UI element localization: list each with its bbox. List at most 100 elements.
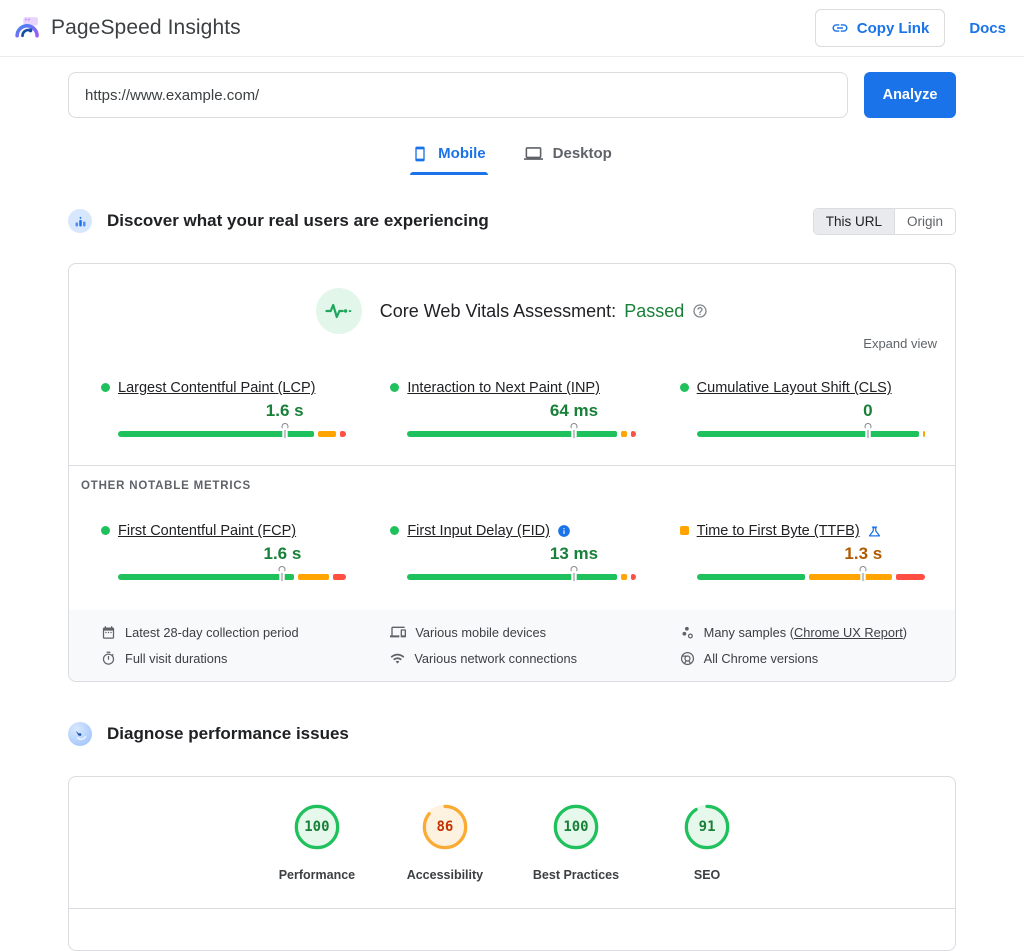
p75-marker-stem — [867, 430, 869, 439]
collection-detail-text: Many samples (Chrome UX Report) — [704, 625, 907, 640]
poor-segment — [339, 431, 347, 438]
collection-detail-chrome: All Chrome versions — [680, 651, 925, 666]
copy-link-button[interactable]: Copy Link — [814, 9, 946, 47]
p75-marker-stem — [281, 573, 283, 582]
p75-marker-stem — [573, 430, 575, 439]
metric-link-cls[interactable]: Cumulative Layout Shift (CLS) — [697, 379, 892, 397]
gauge-best-practices[interactable]: 100 Best Practices — [533, 801, 619, 882]
metric-title: First Contentful Paint (FCP) — [118, 522, 346, 540]
metric-value-inp: 64 ms — [549, 401, 599, 421]
docs-link[interactable]: Docs — [969, 20, 1006, 37]
wifi-icon — [390, 653, 405, 664]
gauge-accessibility[interactable]: 86 Accessibility — [405, 801, 485, 882]
distribution-bar — [407, 574, 636, 581]
p75-marker-dot — [281, 423, 289, 431]
p75-marker-stem — [573, 573, 575, 582]
collection-detail-wifi: Various network connections — [390, 651, 635, 666]
gauge-performance[interactable]: 100 Performance — [277, 801, 357, 882]
category-label: Best Practices — [532, 868, 620, 883]
good-rating-bullet — [101, 383, 110, 393]
p75-marker-dot — [570, 423, 578, 431]
scope-origin-button[interactable]: Origin — [893, 208, 955, 234]
other-metrics-heading: OTHER NOTABLE METRICS — [81, 480, 251, 493]
p75-marker — [281, 423, 289, 439]
metric-link-inp[interactable]: Interaction to Next Paint (INP) — [407, 379, 600, 397]
needs-improvement-segment — [620, 574, 628, 581]
poor-segment — [631, 574, 636, 581]
metric-distribution-chart: 1.6 s — [118, 399, 347, 441]
samples-icon — [682, 626, 693, 639]
metric-title: Interaction to Next Paint (INP) — [407, 379, 635, 397]
lab-card-divider — [69, 908, 955, 910]
field-section-header: Discover what your real users are experi… — [68, 197, 956, 245]
p75-marker-stem — [862, 573, 864, 582]
score-ring: 100 — [550, 801, 602, 853]
good-rating-bullet — [390, 526, 400, 536]
crux-card: Core Web Vitals Assessment: Passed Expan… — [68, 263, 956, 683]
cwv-assessment-header: Core Web Vitals Assessment: Passed — [69, 264, 955, 335]
tab-mobile[interactable]: Mobile — [410, 138, 488, 175]
metric-distribution-chart: 0 — [696, 399, 925, 441]
expand-view-link[interactable]: Expand view — [863, 336, 937, 351]
score-ring: 91 — [681, 801, 733, 853]
chrome-icon — [680, 652, 694, 666]
p75-marker-stem — [284, 430, 286, 439]
logo-wrap[interactable]: PageSpeed Insights — [14, 15, 241, 42]
copy-link-label: Copy Link — [856, 19, 930, 37]
score-value: 86 — [436, 819, 454, 836]
info-icon[interactable] — [557, 524, 571, 538]
device-tabs: Mobile Desktop — [68, 138, 956, 175]
distribution-bar — [118, 431, 347, 438]
url-input[interactable] — [68, 72, 848, 118]
good-segment — [407, 574, 617, 581]
metric-title: First Input Delay (FID) — [407, 522, 635, 540]
p75-marker — [570, 566, 578, 582]
other-metrics-grid: First Contentful Paint (FCP) 1.6 s First I… — [69, 492, 955, 584]
needs-improvement-segment — [922, 431, 925, 438]
p75-marker-dot — [859, 566, 867, 574]
lighthouse-card: 100 Performance 86 Accessibility 100 Best Pra… — [68, 776, 956, 951]
score-value: 100 — [563, 819, 589, 836]
text-suffix: ) — [902, 624, 908, 640]
metric-link-lcp[interactable]: Largest Contentful Paint (LCP) — [118, 379, 315, 397]
collection-detail-samples: Many samples (Chrome UX Report) — [680, 624, 925, 640]
metric-distribution-chart: 13 ms — [407, 542, 636, 584]
metric-title: Largest Contentful Paint (LCP) — [118, 379, 346, 397]
category-label: Accessibility — [406, 868, 484, 883]
gauge-seo[interactable]: 91 SEO — [667, 801, 747, 882]
collection-detail-devices: Various mobile devices — [390, 624, 635, 640]
core-metrics-grid: Largest Contentful Paint (LCP) 1.6 s Inter… — [69, 351, 955, 441]
calendar-icon — [102, 625, 115, 639]
pulse-icon — [315, 288, 362, 335]
url-bar: Analyze — [68, 72, 956, 118]
metric-link-fid[interactable]: First Input Delay (FID) — [407, 522, 550, 540]
needs-improvement-segment — [620, 431, 628, 438]
app-header: PageSpeed Insights Copy Link Docs — [0, 0, 1024, 57]
category-label: SEO — [693, 868, 721, 883]
metric-ttfb: Time to First Byte (TTFB) 1.3 s — [679, 522, 925, 584]
lab-section-title: Diagnose performance issues — [107, 724, 349, 744]
good-rating-bullet — [679, 383, 689, 393]
laptop-icon — [523, 147, 543, 160]
main-content: Analyze Mobile Desktop Discover what y — [0, 72, 1024, 951]
metric-title: Time to First Byte (TTFB) — [697, 522, 925, 540]
chrome-ux-report-link[interactable]: Chrome UX Report — [794, 625, 903, 640]
analyze-button[interactable]: Analyze — [864, 72, 956, 118]
score-value: 100 — [304, 819, 330, 836]
metric-inp: Interaction to Next Paint (INP) 64 ms — [390, 379, 636, 441]
metric-distribution-chart: 1.6 s — [118, 542, 347, 584]
good-segment — [696, 574, 805, 581]
scope-this-url-button[interactable]: This URL — [813, 208, 894, 234]
real-users-icon — [68, 209, 92, 234]
tab-desktop[interactable]: Desktop — [522, 138, 614, 175]
metric-link-ttfb[interactable]: Time to First Byte (TTFB) — [697, 522, 860, 540]
metric-link-fcp[interactable]: First Contentful Paint (FCP) — [118, 522, 296, 540]
p75-marker — [570, 423, 578, 439]
p75-marker — [864, 423, 872, 439]
collection-detail-stopwatch: Full visit durations — [101, 651, 346, 666]
poor-segment — [896, 574, 925, 581]
experimental-flask-icon[interactable] — [867, 524, 882, 539]
p75-marker-dot — [570, 566, 578, 574]
tab-desktop-label: Desktop — [552, 145, 612, 162]
help-icon[interactable] — [692, 303, 708, 319]
